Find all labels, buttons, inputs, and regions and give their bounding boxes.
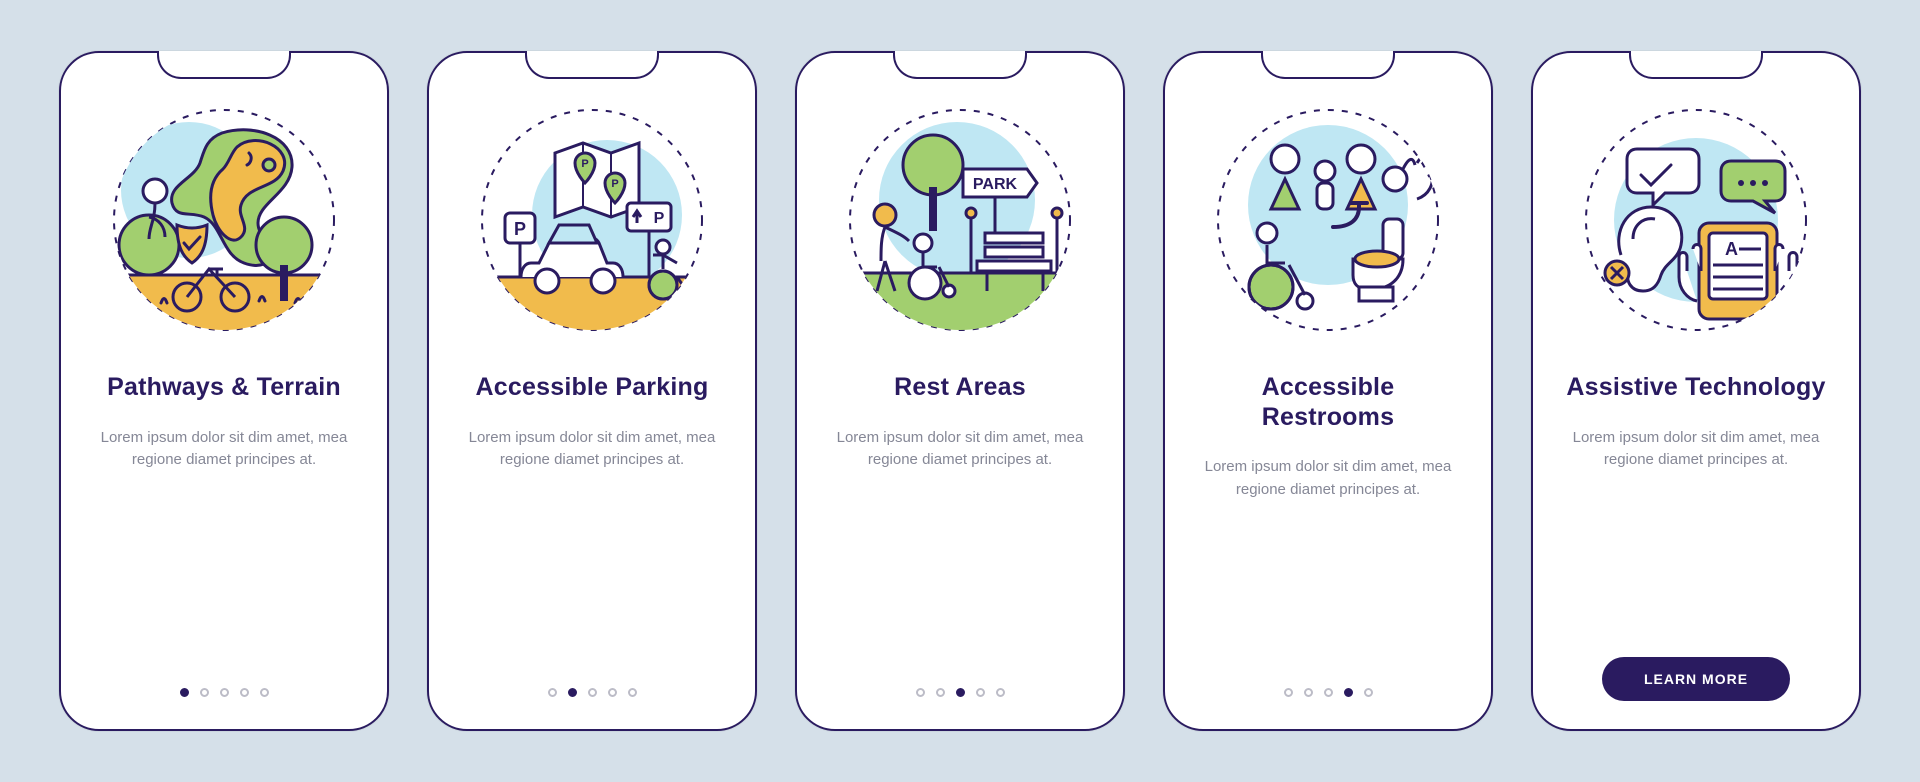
device-notch bbox=[893, 51, 1027, 79]
device-notch bbox=[1629, 51, 1763, 79]
svg-text:PARK: PARK bbox=[973, 176, 1018, 193]
page-indicator bbox=[916, 688, 1005, 697]
page-dot-2[interactable] bbox=[200, 688, 209, 697]
page-dot-3[interactable] bbox=[956, 688, 965, 697]
card-description: Lorem ipsum dolor sit dim amet, mea regi… bbox=[1193, 456, 1463, 501]
card-title: Rest Areas bbox=[894, 373, 1026, 403]
page-dot-2[interactable] bbox=[568, 688, 577, 697]
page-dot-2[interactable] bbox=[1304, 688, 1313, 697]
page-dot-5[interactable] bbox=[628, 688, 637, 697]
onboarding-carousel: Pathways & Terrain Lorem ipsum dolor sit… bbox=[0, 0, 1920, 782]
card-title: Assistive Technology bbox=[1566, 373, 1825, 403]
device-notch bbox=[525, 51, 659, 79]
page-dot-1[interactable] bbox=[1284, 688, 1293, 697]
card-title: Accessible Parking bbox=[476, 373, 709, 403]
device-notch bbox=[157, 51, 291, 79]
svg-text:P: P bbox=[654, 210, 665, 227]
page-dot-4[interactable] bbox=[608, 688, 617, 697]
page-dot-2[interactable] bbox=[936, 688, 945, 697]
rest-areas-icon: PARK bbox=[845, 105, 1075, 335]
accessible-restrooms-icon bbox=[1213, 105, 1443, 335]
accessible-parking-icon: P P P P bbox=[477, 105, 707, 335]
svg-text:P: P bbox=[514, 219, 526, 239]
onboarding-card-1: Pathways & Terrain Lorem ipsum dolor sit… bbox=[59, 51, 389, 731]
card-description: Lorem ipsum dolor sit dim amet, mea regi… bbox=[825, 427, 1095, 472]
onboarding-card-3: PARK bbox=[795, 51, 1125, 731]
page-dot-1[interactable] bbox=[548, 688, 557, 697]
page-dot-3[interactable] bbox=[1324, 688, 1333, 697]
card-description: Lorem ipsum dolor sit dim amet, mea regi… bbox=[89, 427, 359, 472]
page-indicator bbox=[180, 688, 269, 697]
svg-text:P: P bbox=[611, 178, 618, 190]
onboarding-card-2: P P P P bbox=[427, 51, 757, 731]
page-dot-3[interactable] bbox=[220, 688, 229, 697]
assistive-technology-icon: A bbox=[1581, 105, 1811, 335]
page-dot-4[interactable] bbox=[240, 688, 249, 697]
page-dot-5[interactable] bbox=[996, 688, 1005, 697]
page-dot-1[interactable] bbox=[180, 688, 189, 697]
card-description: Lorem ipsum dolor sit dim amet, mea regi… bbox=[457, 427, 727, 472]
page-dot-4[interactable] bbox=[1344, 688, 1353, 697]
page-dot-3[interactable] bbox=[588, 688, 597, 697]
page-dot-5[interactable] bbox=[1364, 688, 1373, 697]
learn-more-button[interactable]: LEARN MORE bbox=[1602, 657, 1790, 701]
page-dot-1[interactable] bbox=[916, 688, 925, 697]
onboarding-card-5: A Assistive Technology Lorem ipsum dolor… bbox=[1531, 51, 1861, 731]
onboarding-card-4: Accessible Restrooms Lorem ipsum dolor s… bbox=[1163, 51, 1493, 731]
card-title: Pathways & Terrain bbox=[107, 373, 341, 403]
pathways-terrain-icon bbox=[109, 105, 339, 335]
page-dot-5[interactable] bbox=[260, 688, 269, 697]
svg-text:P: P bbox=[581, 158, 588, 170]
page-dot-4[interactable] bbox=[976, 688, 985, 697]
card-description: Lorem ipsum dolor sit dim amet, mea regi… bbox=[1561, 427, 1831, 472]
page-indicator bbox=[548, 688, 637, 697]
device-notch bbox=[1261, 51, 1395, 79]
page-indicator bbox=[1284, 688, 1373, 697]
card-title: Accessible Restrooms bbox=[1193, 373, 1463, 432]
svg-text:A: A bbox=[1725, 239, 1738, 259]
